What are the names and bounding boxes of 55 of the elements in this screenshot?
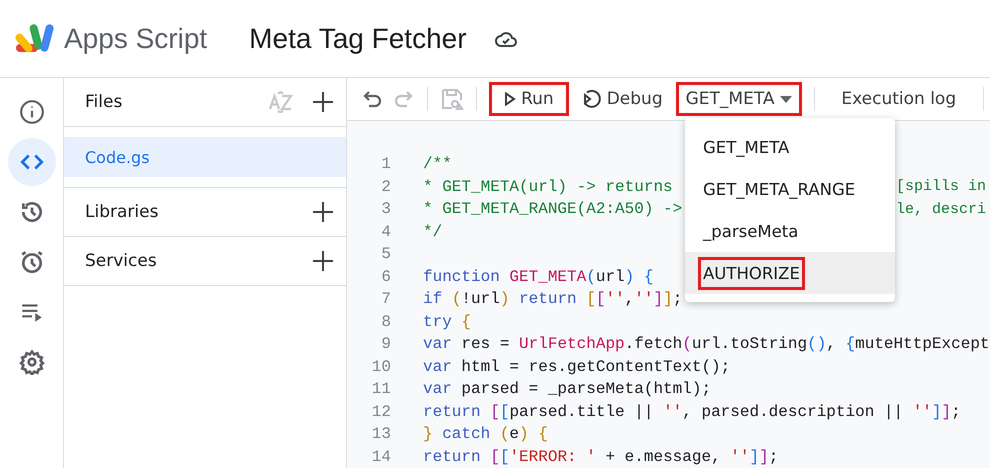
function-select[interactable]: GET_META <box>676 82 802 116</box>
add-icon[interactable] <box>312 201 334 223</box>
run-button[interactable]: Run <box>489 82 569 116</box>
code-line: le, descri <box>896 200 986 218</box>
line-number: 11 <box>370 380 391 398</box>
section-title[interactable]: Services <box>85 251 312 271</box>
code-line: * GET_META_RANGE(A2:A50) -> <box>423 200 682 218</box>
menu-item-label: _parseMeta <box>702 220 800 243</box>
line-number: 9 <box>380 335 391 354</box>
line-number: 2 <box>380 178 391 196</box>
menu-item-label: AUTHORIZE <box>698 256 805 290</box>
debug-button[interactable]: Debug <box>574 82 670 116</box>
menu-item[interactable]: _parseMeta <box>685 210 895 252</box>
line-number: 10 <box>370 358 391 376</box>
code-line: function GET_META(url) { <box>423 268 654 286</box>
menu-item-label: GET_META <box>702 136 790 159</box>
code-line: } catch (e) { <box>423 425 548 444</box>
code-line: var res = UrlFetchApp.fetch(url.toString(), {muteHttpExcept <box>423 335 990 354</box>
play-icon <box>504 92 516 106</box>
line-number: 1 <box>380 155 391 174</box>
menu-item[interactable]: AUTHORIZE <box>685 252 895 294</box>
line-number: 12 <box>370 402 391 421</box>
app-name: Apps Script <box>64 22 208 54</box>
code-icon[interactable] <box>8 138 56 186</box>
line-number: 4 <box>380 222 391 241</box>
debug-icon <box>582 89 602 109</box>
code-line: * GET_META(url) -> returns <box>423 178 673 196</box>
line-number: 3 <box>380 200 391 218</box>
panel-title: Files <box>85 92 124 112</box>
code-line: try { <box>423 312 472 331</box>
project-title[interactable]: Meta Tag Fetcher <box>249 22 467 54</box>
section-title[interactable]: Libraries <box>85 202 312 222</box>
line-number: 7 <box>380 290 391 308</box>
code-line: return [['ERROR: ' + e.message, '']]; <box>423 448 778 466</box>
line-number: 14 <box>370 448 391 466</box>
execution-log-button[interactable]: Execution log <box>826 82 972 116</box>
code-line: var parsed = _parseMeta(html); <box>423 380 712 398</box>
menu-item-label: GET_META_RANGE <box>702 178 856 201</box>
line-number: 8 <box>380 312 391 331</box>
line-number: 13 <box>370 425 391 444</box>
menu-item[interactable]: GET_META <box>685 126 895 168</box>
code-line: var html = res.getContentText(); <box>423 358 730 376</box>
code-line: return [[parsed.title || '', parsed.description || '']]; <box>423 402 961 421</box>
code-line: /** <box>423 155 452 174</box>
code-line: */ <box>423 222 442 241</box>
caret-icon <box>780 96 792 102</box>
code-line: [spills in <box>896 178 986 196</box>
line-number: 6 <box>380 268 391 286</box>
code-line: if (!url) return [['','']]; <box>423 290 682 308</box>
menu-item[interactable]: GET_META_RANGE <box>685 168 895 210</box>
add-icon[interactable] <box>312 250 334 272</box>
file-item[interactable]: Code.gs <box>64 137 346 177</box>
line-number: 5 <box>380 245 391 264</box>
cloud-check-icon <box>494 30 517 46</box>
add-icon[interactable] <box>312 91 334 113</box>
